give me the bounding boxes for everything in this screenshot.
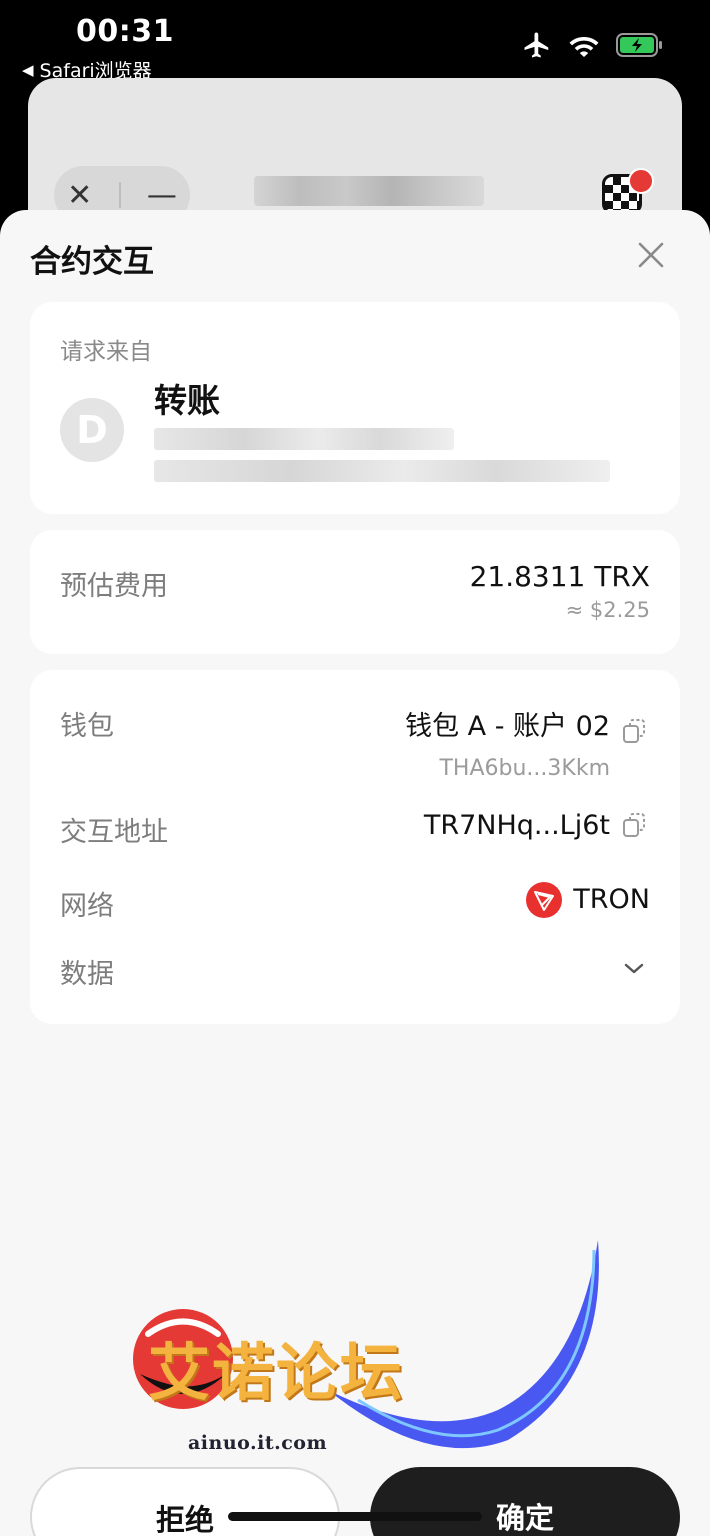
tron-logo-icon <box>526 882 562 918</box>
dapp-name: 转账 <box>154 381 220 420</box>
sheet-title: 合约交互 <box>30 244 154 280</box>
chevron-down-icon[interactable] <box>622 956 646 980</box>
blurred-dapp-url <box>154 428 454 450</box>
wallet-address: THA6bu...3Kkm <box>439 756 610 781</box>
contract-address: TR7NHq...Lj6t <box>423 810 610 841</box>
wifi-icon <box>569 37 599 57</box>
browser-close-icon[interactable]: ✕ <box>67 178 92 213</box>
copy-contract-icon[interactable] <box>622 812 646 838</box>
reject-button[interactable]: 拒绝 <box>30 1467 340 1536</box>
details-card: 钱包 钱包 A - 账户 02 THA6bu...3Kkm 交互地址 TR7NH… <box>30 670 680 1024</box>
estimated-fee-card: 预估费用 21.8311 TRX ≈ $2.25 <box>30 530 680 654</box>
tron-badge-icon <box>628 168 654 194</box>
watermark-text: 艾诺论坛 <box>148 1336 405 1409</box>
status-icons <box>522 30 664 60</box>
forum-watermark: 艾诺论坛 ainuo.it.com <box>128 1240 608 1470</box>
fee-label: 预估费用 <box>60 571 168 602</box>
blurred-url <box>254 176 484 206</box>
contract-address-label: 交互地址 <box>60 817 168 848</box>
copy-wallet-icon[interactable] <box>622 718 646 744</box>
status-bar: 00:31 ◀ Safari浏览器 <box>0 0 710 82</box>
blurred-dapp-path <box>154 460 610 482</box>
request-from-label: 请求来自 <box>60 339 152 365</box>
confirm-button[interactable]: 确定 <box>370 1467 680 1536</box>
close-icon[interactable] <box>636 240 666 270</box>
wallet-name: 钱包 A - 账户 02 <box>405 711 610 742</box>
network-label: 网络 <box>60 891 114 922</box>
data-label[interactable]: 数据 <box>60 952 114 991</box>
watermark-domain: ainuo.it.com <box>188 1432 328 1454</box>
pill-divider <box>118 182 121 208</box>
status-time: 00:31 <box>76 14 174 49</box>
fee-amount: 21.8311 TRX <box>469 560 650 593</box>
battery-charging-icon <box>616 33 662 57</box>
back-triangle-icon: ◀ <box>22 60 34 79</box>
dapp-avatar: D <box>60 398 124 462</box>
fee-usd: ≈ $2.25 <box>565 598 650 622</box>
browser-minimize-icon[interactable]: — <box>147 178 177 213</box>
request-source-card: 请求来自 D 转账 <box>30 302 680 514</box>
network-name: TRON <box>573 884 650 915</box>
airplane-icon <box>524 32 549 58</box>
home-indicator <box>228 1512 482 1521</box>
wallet-label: 钱包 <box>60 711 114 742</box>
